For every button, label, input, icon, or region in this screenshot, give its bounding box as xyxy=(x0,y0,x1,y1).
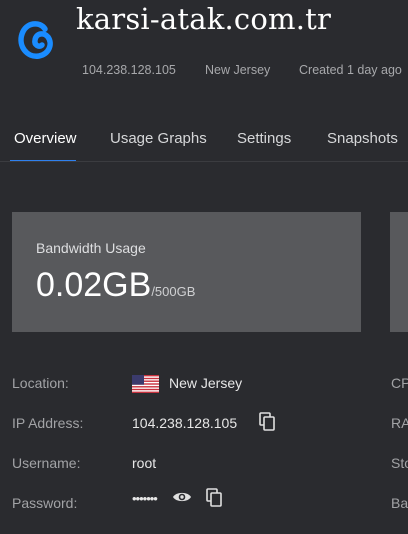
ip-value: 104.238.128.105 xyxy=(132,415,238,431)
tab-bar: Overview Usage Graphs Settings Snapshots xyxy=(0,112,408,162)
bandwidth-title: Bandwidth Usage xyxy=(36,240,146,256)
copy-password-icon[interactable] xyxy=(206,488,224,508)
next-stat-card xyxy=(390,212,408,332)
tab-divider xyxy=(0,161,408,162)
bandwidth-used: 0.02GB xyxy=(36,266,152,304)
tab-overview[interactable]: Overview xyxy=(14,130,77,147)
password-value: ••••••• xyxy=(132,491,158,506)
ip-label: IP Address: xyxy=(12,415,84,431)
debian-swirl-icon xyxy=(18,21,53,59)
show-password-eye-icon[interactable] xyxy=(172,490,192,504)
second-column-label-ram: RA xyxy=(391,415,408,431)
username-value: root xyxy=(132,455,157,471)
username-label: Username: xyxy=(12,455,81,471)
second-column-label-storage: Sto xyxy=(391,455,408,471)
server-header: karsi-atak.com.tr 104.238.128.105 New Je… xyxy=(0,0,408,100)
tab-settings[interactable]: Settings xyxy=(237,130,291,147)
second-column-label-bandwidth: Ba xyxy=(391,495,408,511)
location-label: Location: xyxy=(12,375,69,391)
tab-usage-graphs[interactable]: Usage Graphs xyxy=(110,130,207,147)
server-ip: 104.238.128.105 xyxy=(82,63,176,77)
server-name: karsi-atak.com.tr xyxy=(76,2,332,36)
copy-icon[interactable] xyxy=(259,412,277,432)
bandwidth-value: 0.02GB/500GB xyxy=(36,266,195,305)
second-column-label-cpu: CP xyxy=(391,375,408,391)
server-created: Created 1 day ago xyxy=(299,63,402,77)
password-label: Password: xyxy=(12,495,78,511)
location-value: New Jersey xyxy=(169,375,243,391)
bandwidth-total: /500GB xyxy=(151,284,196,299)
server-location: New Jersey xyxy=(205,63,271,77)
bandwidth-card: Bandwidth Usage 0.02GB/500GB xyxy=(12,212,361,332)
us-flag-icon xyxy=(132,375,159,393)
tab-snapshots[interactable]: Snapshots xyxy=(327,130,398,147)
